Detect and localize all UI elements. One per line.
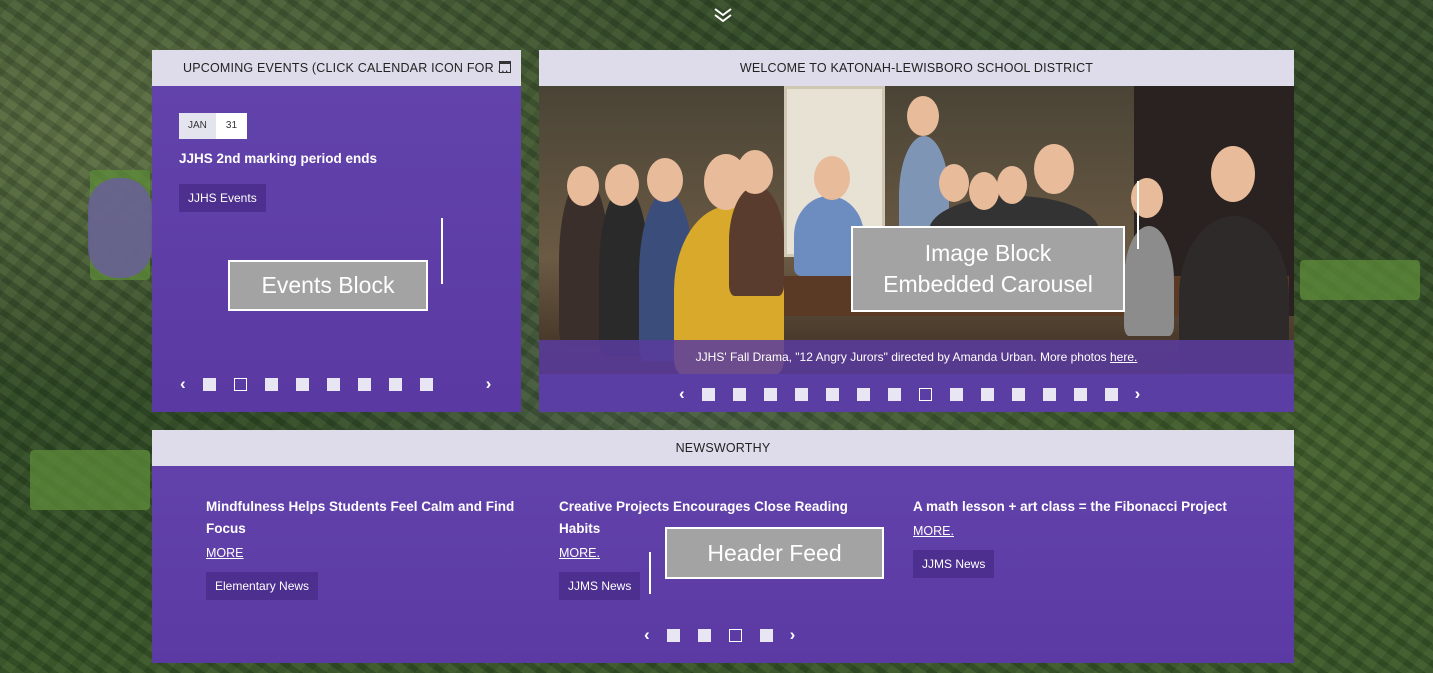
carousel-dot[interactable]: [949, 387, 963, 401]
callout-pointer-line: [441, 218, 443, 284]
carousel-dot[interactable]: [295, 377, 309, 391]
chevron-right-icon[interactable]: ›: [1135, 384, 1141, 404]
photo-face: [1131, 178, 1163, 218]
photo-face: [1034, 144, 1074, 194]
news-category-tag[interactable]: JJMS News: [559, 572, 641, 600]
chevron-left-icon[interactable]: ‹: [679, 384, 685, 404]
carousel-dot[interactable]: [794, 387, 808, 401]
news-item: A math lesson + art class = the Fibonacc…: [913, 496, 1253, 578]
events-block-callout: Events Block: [228, 260, 428, 311]
background-field: [30, 450, 150, 510]
photo-face: [814, 156, 850, 200]
chevron-left-icon[interactable]: ‹: [180, 374, 186, 394]
carousel-dot[interactable]: [887, 387, 901, 401]
photo-face: [737, 150, 773, 194]
image-block-callout-line1: Image Block: [924, 240, 1052, 266]
photo-person: [1124, 226, 1174, 336]
carousel-dot[interactable]: [357, 377, 371, 391]
news-category-tag[interactable]: Elementary News: [206, 572, 319, 600]
carousel-dot[interactable]: [697, 628, 711, 642]
photo-person: [729, 186, 784, 296]
welcome-header: WELCOME TO KATONAH-LEWISBORO SCHOOL DIST…: [539, 50, 1294, 86]
welcome-dot-group: [693, 387, 1127, 401]
carousel-dot[interactable]: [732, 387, 746, 401]
chevron-right-icon[interactable]: ›: [486, 374, 492, 394]
photo-caption: JJHS' Fall Drama, "12 Angry Jurors" dire…: [539, 340, 1294, 374]
news-more-link[interactable]: MORE: [206, 546, 244, 560]
carousel-dot[interactable]: [1073, 387, 1087, 401]
header-feed-callout: Header Feed: [665, 527, 884, 579]
carousel-dot[interactable]: [980, 387, 994, 401]
carousel-dot[interactable]: [918, 387, 932, 401]
newsworthy-header: NEWSWORTHY: [152, 430, 1294, 466]
carousel-dot[interactable]: [1042, 387, 1056, 401]
event-month: JAN: [179, 113, 216, 139]
event-day: 31: [215, 113, 248, 139]
photo-face: [997, 166, 1027, 204]
image-block-callout-line2: Embedded Carousel: [883, 271, 1093, 297]
news-more-link[interactable]: MORE.: [559, 546, 600, 560]
carousel-dot[interactable]: [701, 387, 715, 401]
image-block-callout: Image Block Embedded Carousel: [851, 226, 1125, 312]
carousel-dot[interactable]: [763, 387, 777, 401]
photo-face: [605, 164, 639, 206]
carousel-dot[interactable]: [202, 377, 216, 391]
events-header-title: UPCOMING EVENTS (CLICK CALENDAR ICON FOR…: [183, 61, 509, 75]
photo-face: [907, 96, 939, 136]
photo-caption-link[interactable]: here.: [1110, 350, 1137, 364]
carousel-dot[interactable]: [233, 377, 247, 391]
callout-pointer-line: [649, 552, 651, 594]
carousel-dot[interactable]: [264, 377, 278, 391]
background-track: [88, 178, 152, 278]
news-carousel-nav: ‹ ›: [636, 625, 803, 645]
carousel-dot[interactable]: [825, 387, 839, 401]
event-title[interactable]: JJHS 2nd marking period ends: [179, 151, 377, 166]
event-category-tag[interactable]: JJHS Events: [179, 184, 266, 212]
news-more-link[interactable]: MORE.: [913, 524, 954, 538]
carousel-dot[interactable]: [666, 628, 680, 642]
carousel-dot[interactable]: [759, 628, 773, 642]
news-item-title[interactable]: Mindfulness Helps Students Feel Calm and…: [206, 496, 526, 540]
callout-pointer-line: [1137, 181, 1139, 249]
double-chevron-down-icon[interactable]: [708, 6, 738, 28]
carousel-dot[interactable]: [728, 628, 742, 642]
photo-face: [567, 166, 599, 206]
photo-face: [969, 172, 999, 210]
news-dot-group: [658, 628, 782, 642]
events-header: UPCOMING EVENTS (CLICK CALENDAR ICON FOR…: [152, 50, 521, 86]
carousel-dot[interactable]: [1011, 387, 1025, 401]
carousel-dot[interactable]: [419, 377, 433, 391]
events-dot-group: [194, 377, 442, 391]
events-panel: UPCOMING EVENTS (CLICK CALENDAR ICON FOR…: [152, 50, 521, 412]
news-category-tag[interactable]: JJMS News: [913, 550, 995, 578]
background-field: [1300, 260, 1420, 300]
photo-face: [939, 164, 969, 202]
photo-face: [1211, 146, 1255, 202]
photo-caption-text: JJHS' Fall Drama, "12 Angry Jurors" dire…: [695, 350, 1110, 364]
chevron-left-icon[interactable]: ‹: [644, 625, 650, 645]
chevron-right-icon[interactable]: ›: [790, 625, 796, 645]
photo-face: [647, 158, 683, 202]
news-item-title[interactable]: A math lesson + art class = the Fibonacc…: [913, 496, 1253, 518]
carousel-dot[interactable]: [856, 387, 870, 401]
events-carousel-nav: ‹ ›: [172, 374, 499, 394]
carousel-dot[interactable]: [1104, 387, 1118, 401]
calendar-icon[interactable]: [499, 61, 511, 73]
carousel-dot[interactable]: [326, 377, 340, 391]
welcome-panel: WELCOME TO KATONAH-LEWISBORO SCHOOL DIST…: [539, 50, 1294, 412]
welcome-carousel-nav: ‹ ›: [671, 384, 1148, 404]
event-date-badge: JAN 31: [179, 113, 248, 139]
news-item: Mindfulness Helps Students Feel Calm and…: [206, 496, 526, 600]
newsworthy-panel: NEWSWORTHY Mindfulness Helps Students Fe…: [152, 430, 1294, 663]
carousel-dot[interactable]: [388, 377, 402, 391]
